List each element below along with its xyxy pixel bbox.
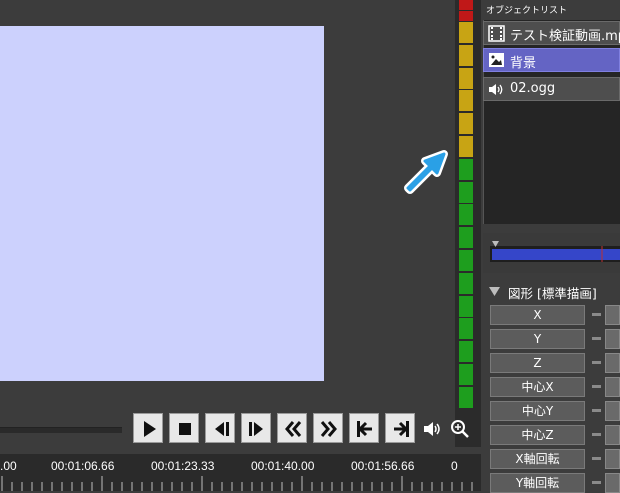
play-icon	[144, 421, 156, 437]
go-to-end-button[interactable]	[385, 413, 415, 443]
rewind-button[interactable]	[277, 413, 307, 443]
object-list-item-label: 背景	[510, 56, 537, 71]
timeline-tick-label: 00:01:56.66	[351, 459, 415, 473]
object-list-item-background[interactable]: 背景	[483, 48, 620, 72]
property-divider	[592, 337, 601, 340]
seek-bar[interactable]	[0, 427, 122, 433]
property-value-field[interactable]	[605, 329, 620, 349]
property-button[interactable]: Y軸回転	[490, 473, 585, 493]
object-list-item-label: テスト検証動画.mp4	[510, 29, 620, 44]
meter-segment	[459, 90, 473, 112]
timeline-tick-label: 00:01:40.00	[251, 459, 315, 473]
mini-timeline-bar[interactable]	[490, 241, 620, 263]
meter-segment	[459, 22, 473, 43]
property-divider	[592, 481, 601, 484]
fast-forward-icon	[320, 421, 337, 437]
property-button[interactable]: Z	[490, 353, 585, 373]
audio-level-meter	[455, 0, 481, 447]
meter-segment	[459, 227, 473, 249]
meter-segment	[459, 67, 473, 89]
property-divider	[592, 409, 601, 412]
meter-segment	[459, 11, 473, 21]
rewind-icon	[285, 421, 302, 437]
object-list-item-video[interactable]: テスト検証動画.mp4	[483, 21, 620, 45]
timeline-tick-label: .00	[0, 459, 17, 473]
property-divider	[592, 457, 601, 460]
property-divider	[592, 385, 601, 388]
play-button[interactable]	[133, 413, 163, 443]
property-value-field[interactable]	[605, 353, 620, 373]
timeline-tick-label: 0	[451, 459, 458, 473]
speaker-icon	[489, 84, 503, 95]
object-list-title: オブジェクトリスト	[486, 6, 568, 16]
collapse-arrow-icon[interactable]	[489, 287, 501, 297]
meter-segment	[459, 295, 473, 317]
meter-segment	[459, 158, 473, 180]
meter-segment	[459, 44, 473, 66]
property-button[interactable]: 中心X	[490, 377, 585, 397]
meter-segment	[459, 341, 473, 363]
next-frame-icon	[249, 422, 263, 436]
meter-segment	[459, 113, 473, 135]
property-group-header: 図形 [標準描画]	[508, 286, 597, 301]
meter-segment	[459, 272, 473, 294]
stop-icon	[179, 423, 191, 435]
property-divider	[592, 433, 601, 436]
property-value-field[interactable]	[605, 305, 620, 325]
object-list-item-label: 02.ogg	[510, 81, 556, 96]
timeline-tick-label: 00:01:23.33	[151, 459, 215, 473]
meter-segment	[459, 250, 473, 271]
property-button[interactable]: X軸回転	[490, 449, 585, 469]
film-icon	[488, 25, 505, 42]
meter-segment	[459, 364, 473, 385]
property-value-field[interactable]	[605, 473, 620, 493]
object-list-item-audio[interactable]: 02.ogg	[483, 77, 620, 101]
image-icon	[489, 53, 504, 67]
timeline-ticks	[1, 476, 473, 491]
next-frame-button[interactable]	[241, 413, 271, 443]
timeline-tick-label: 00:01:06.66	[51, 459, 115, 473]
previous-frame-icon	[215, 422, 229, 436]
previous-frame-button[interactable]	[205, 413, 235, 443]
preview-canvas[interactable]	[0, 26, 324, 381]
meter-segment	[459, 318, 473, 340]
go-to-end-icon	[394, 421, 409, 437]
property-value-field[interactable]	[605, 449, 620, 469]
speaker-icon[interactable]	[422, 420, 442, 438]
property-button[interactable]: X	[490, 305, 585, 325]
property-button[interactable]: Y	[490, 329, 585, 349]
meter-segment	[459, 181, 473, 203]
stop-button[interactable]	[169, 413, 199, 443]
meter-segment	[459, 136, 473, 157]
property-divider	[592, 361, 601, 364]
property-value-field[interactable]	[605, 425, 620, 445]
property-divider	[592, 313, 601, 316]
property-value-field[interactable]	[605, 401, 620, 421]
go-to-start-icon	[357, 421, 372, 437]
fast-forward-button[interactable]	[313, 413, 343, 443]
property-button[interactable]: 中心Z	[490, 425, 585, 445]
property-value-field[interactable]	[605, 377, 620, 397]
meter-segment	[459, 386, 473, 408]
arrow-icon	[404, 150, 448, 194]
zoom-in-icon[interactable]	[449, 418, 471, 440]
meter-segment	[459, 0, 473, 10]
property-button[interactable]: 中心Y	[490, 401, 585, 421]
go-to-start-button[interactable]	[349, 413, 379, 443]
meter-segment	[459, 204, 473, 226]
